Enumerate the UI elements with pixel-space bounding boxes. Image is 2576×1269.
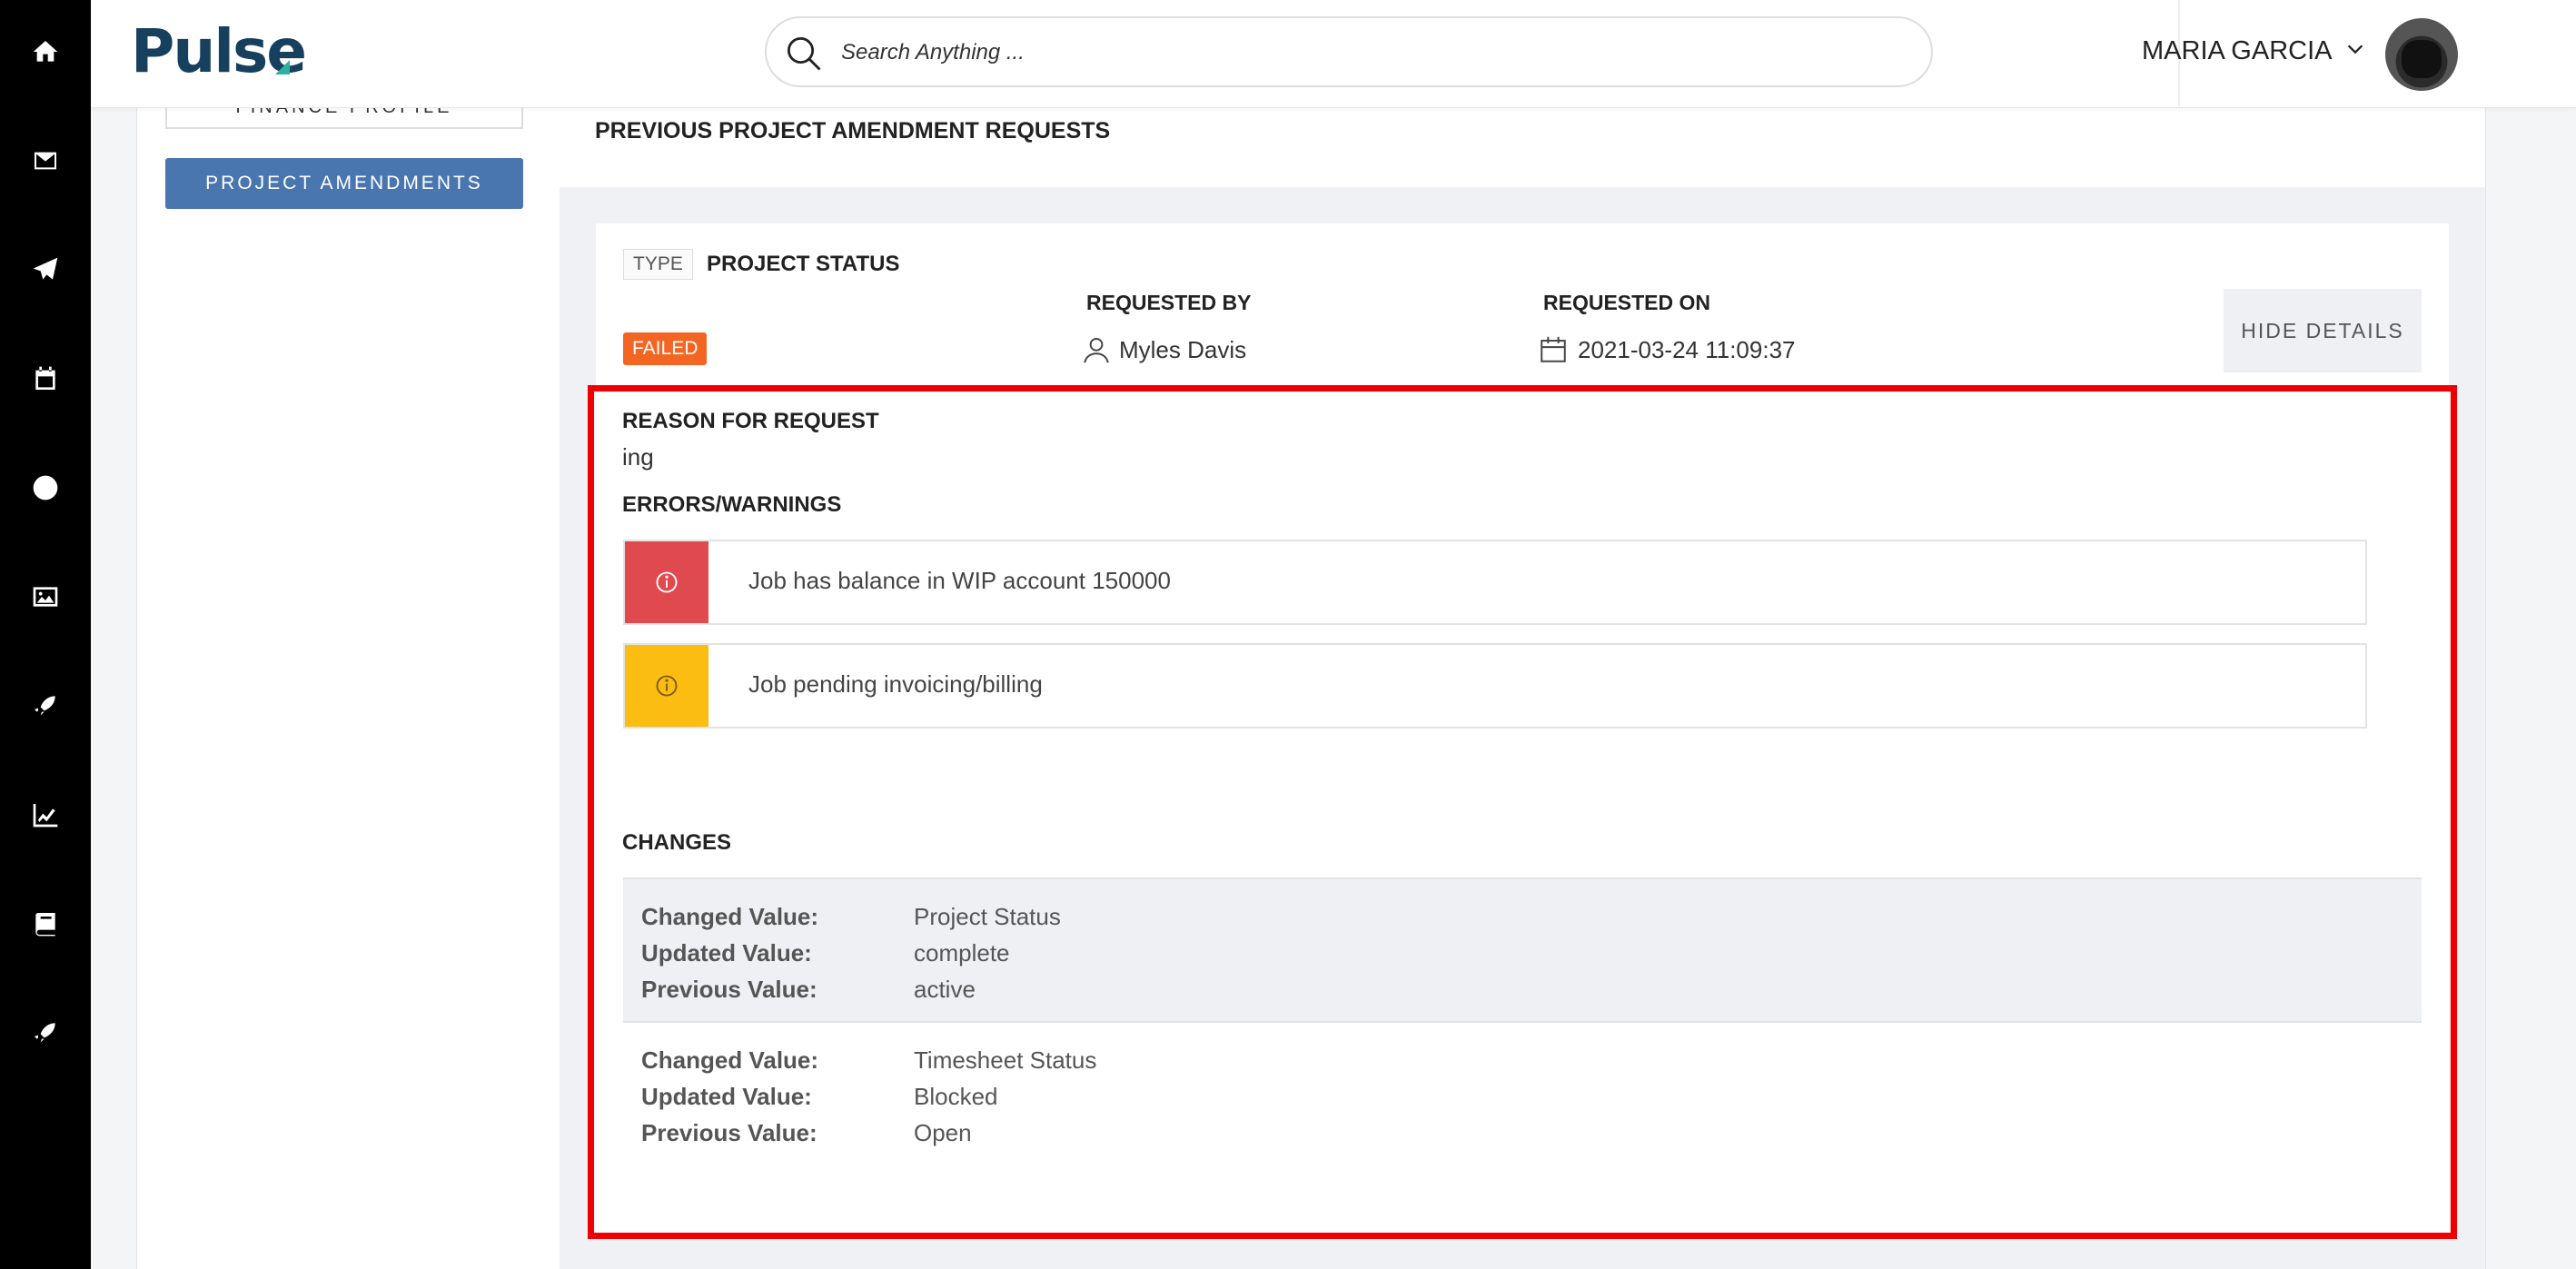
rocket-icon-2[interactable] xyxy=(18,1006,73,1060)
type-label: TYPE xyxy=(623,249,693,280)
calendar-icon-small xyxy=(1541,336,1566,362)
requested-by-label: REQUESTED BY xyxy=(1086,291,1252,314)
requested-on-value: 2021-03-24 11:09:37 xyxy=(1578,335,1796,363)
changed-value: Timesheet Status xyxy=(914,1046,1097,1074)
alert-error: Job has balance in WIP account 150000 xyxy=(623,540,2367,625)
chevron-down-icon xyxy=(2345,36,2365,66)
icon-rail xyxy=(0,0,91,1269)
settings-sidebar xyxy=(136,107,561,1269)
changed-value-label: Changed Value: xyxy=(641,903,819,930)
updated-value-label: Updated Value: xyxy=(641,1083,812,1110)
alert-text: Job pending invoicing/billing xyxy=(748,670,1043,698)
search-input[interactable] xyxy=(839,31,1887,74)
reason-text: ing xyxy=(622,443,654,471)
changed-value-label: Changed Value: xyxy=(641,1046,819,1074)
errors-title: ERRORS/WARNINGS xyxy=(622,492,842,517)
page-title: PREVIOUS PROJECT AMENDMENT REQUESTS xyxy=(595,118,1111,144)
previous-value: active xyxy=(914,976,976,1003)
requested-on-label: REQUESTED ON xyxy=(1543,291,1711,314)
changed-value: Project Status xyxy=(914,903,1061,930)
search-bar[interactable] xyxy=(765,16,1933,87)
type-value: PROJECT STATUS xyxy=(707,252,900,276)
previous-value-label: Previous Value: xyxy=(641,976,817,1003)
reason-title: REASON FOR REQUEST xyxy=(622,409,879,433)
updated-value: Blocked xyxy=(914,1083,998,1110)
send-icon[interactable] xyxy=(18,243,73,297)
requested-by-value: Myles Davis xyxy=(1119,335,1247,363)
status-badge: FAILED xyxy=(623,332,708,365)
requested-by: Myles Davis xyxy=(1081,334,1246,365)
logo-mark-icon xyxy=(275,60,290,74)
requested-on: 2021-03-24 11:09:37 xyxy=(1538,334,1796,365)
hide-details-button[interactable]: HIDE DETAILS xyxy=(2224,289,2422,372)
chart-icon[interactable] xyxy=(18,788,73,842)
image-icon[interactable] xyxy=(18,570,73,624)
change-item: Changed Value: Project Status Updated Va… xyxy=(623,877,2422,1023)
change-item: Changed Value: Timesheet Status Updated … xyxy=(623,1025,2422,1170)
user-icon xyxy=(1084,337,1109,363)
changes-title: CHANGES xyxy=(622,830,732,855)
previous-value: Open xyxy=(914,1119,972,1146)
clock-icon[interactable] xyxy=(18,461,73,515)
alert-text: Job has balance in WIP account 150000 xyxy=(748,567,1171,594)
search-icon xyxy=(787,36,821,71)
user-name: MARIA GARCIA xyxy=(2142,36,2333,65)
info-icon xyxy=(625,541,708,623)
home-icon[interactable] xyxy=(18,25,73,79)
previous-value-label: Previous Value: xyxy=(641,1119,817,1146)
project-amendments-button[interactable]: PROJECT AMENDMENTS xyxy=(165,158,523,209)
updated-value-label: Updated Value: xyxy=(641,939,812,967)
avatar[interactable] xyxy=(2385,18,2458,91)
alert-warning: Job pending invoicing/billing xyxy=(623,643,2367,729)
mail-icon[interactable] xyxy=(18,134,73,188)
info-icon xyxy=(625,645,708,727)
updated-value: complete xyxy=(914,939,1010,967)
book-icon[interactable] xyxy=(18,897,73,951)
rocket-icon[interactable] xyxy=(18,679,73,733)
calendar-icon[interactable] xyxy=(18,352,73,406)
user-menu[interactable]: MARIA GARCIA xyxy=(2142,36,2365,66)
